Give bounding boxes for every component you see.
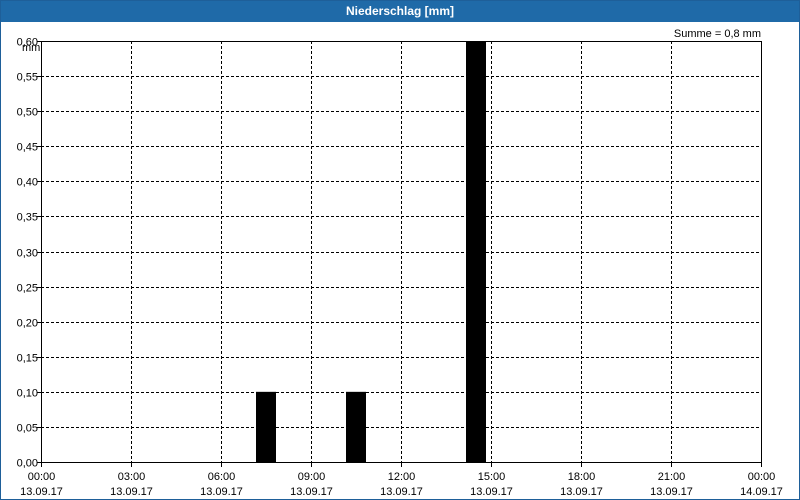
x-tick-date-label: 13.09.17 bbox=[20, 486, 63, 498]
y-tick-label: 0,55 bbox=[17, 72, 38, 84]
x-tick-date-label: 14.09.17 bbox=[740, 486, 783, 498]
x-tick-date-label: 13.09.17 bbox=[380, 486, 423, 498]
y-tick-label: 0,45 bbox=[17, 142, 38, 154]
x-tick-time-label: 12:00 bbox=[388, 471, 416, 483]
x-tick-time-label: 15:00 bbox=[478, 471, 506, 483]
x-tick-time-label: 00:00 bbox=[28, 471, 56, 483]
x-tick-time-label: 21:00 bbox=[658, 471, 686, 483]
y-tick-label: 0,25 bbox=[17, 283, 38, 295]
x-tick-date-label: 13.09.17 bbox=[470, 486, 513, 498]
x-tick-time-label: 00:00 bbox=[748, 471, 776, 483]
x-tick-date-label: 13.09.17 bbox=[290, 486, 333, 498]
y-axis-unit-label: mm bbox=[22, 42, 40, 54]
y-tick-label: 0,00 bbox=[17, 458, 38, 470]
x-tick-date-label: 13.09.17 bbox=[560, 486, 603, 498]
y-tick-label: 0,50 bbox=[17, 107, 38, 119]
x-tick-time-label: 03:00 bbox=[118, 471, 146, 483]
x-tick-time-label: 06:00 bbox=[208, 471, 236, 483]
y-axis: 0,00 0,05 0,10 0,15 0,20 0,25 0,30 0,35 0,40 0,45… bbox=[17, 37, 41, 470]
bar-series bbox=[256, 41, 486, 462]
grid bbox=[41, 41, 761, 462]
y-tick-label: 0,35 bbox=[17, 212, 38, 224]
y-tick-label: 0,10 bbox=[17, 388, 38, 400]
x-tick-date-label: 13.09.17 bbox=[200, 486, 243, 498]
precipitation-chart: 0,00 0,05 0,10 0,15 0,20 0,25 0,30 0,35 0,40 0,45… bbox=[17, 28, 783, 498]
chart-window: Niederschlag [mm] 0,00 0,05 0,10 0,15 0,20 0,… bbox=[0, 0, 800, 500]
x-tick-time-label: 18:00 bbox=[568, 471, 596, 483]
precipitation-bar bbox=[256, 391, 276, 462]
sum-annotation: Summe = 0,8 mm bbox=[674, 28, 761, 40]
precipitation-bar bbox=[466, 41, 486, 462]
y-tick-label: 0,30 bbox=[17, 248, 38, 260]
y-tick-label: 0,15 bbox=[17, 353, 38, 365]
x-tick-time-label: 09:00 bbox=[298, 471, 326, 483]
y-tick-label: 0,40 bbox=[17, 177, 38, 189]
y-tick-label: 0,20 bbox=[17, 318, 38, 330]
x-tick-date-label: 13.09.17 bbox=[110, 486, 153, 498]
y-tick-label: 0,05 bbox=[17, 423, 38, 435]
x-tick-date-label: 13.09.17 bbox=[650, 486, 693, 498]
x-axis: 00:00 13.09.17 03:00 13.09.17 06:00 13.09.17 0… bbox=[20, 462, 783, 498]
precipitation-bar bbox=[346, 391, 366, 462]
